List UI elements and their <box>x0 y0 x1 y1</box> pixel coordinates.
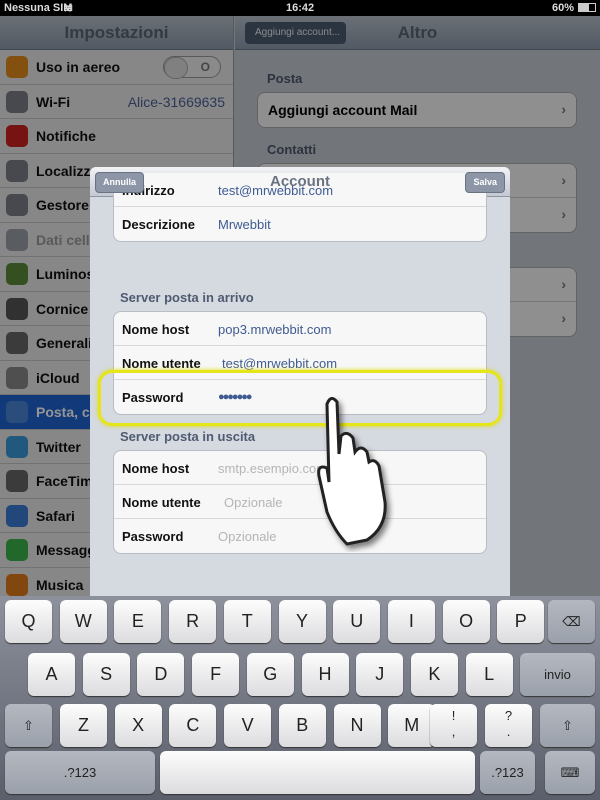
backspace-key[interactable]: ⌫ <box>548 600 595 643</box>
key-s[interactable]: S <box>82 653 130 696</box>
key-x[interactable]: X <box>114 704 162 747</box>
hand-pointer-icon <box>317 397 387 546</box>
key-i[interactable]: I <box>387 600 435 643</box>
carrier: Nessuna SIM <box>4 2 73 14</box>
key-o[interactable]: O <box>442 600 490 643</box>
key-l[interactable]: L <box>465 653 513 696</box>
wifi-signal-icon: ≋ <box>64 3 74 15</box>
field-label: Descrizione <box>122 217 195 232</box>
form-row[interactable]: Descrizione Mrwebbit <box>114 207 486 241</box>
key-j[interactable]: J <box>356 653 404 696</box>
key-h[interactable]: H <box>301 653 349 696</box>
modal-title: Account <box>270 173 330 190</box>
keyboard: Q W E R T Y U I O P ⌫ A S D F G H J K Linvio ⇧ Z X C V B N M! ,? . ⇧… <box>0 596 600 800</box>
key-y[interactable]: Y <box>278 600 326 643</box>
shift-key[interactable]: ⇧ <box>5 704 52 747</box>
keyboard-hide-key[interactable]: ⌨ <box>545 751 595 794</box>
field-input[interactable]: test@mrwebbit.com <box>222 356 337 371</box>
key-m[interactable]: M <box>388 704 436 747</box>
clock: 16:42 <box>286 2 315 14</box>
numbers-key[interactable]: .?123 <box>5 751 155 794</box>
key-r[interactable]: R <box>169 600 217 643</box>
field-label: Nome host <box>122 461 190 476</box>
key-exclamation[interactable]: ! , <box>430 704 477 747</box>
key-k[interactable]: K <box>410 653 458 696</box>
key-q[interactable]: Q <box>5 600 52 643</box>
save-button[interactable]: Salva <box>465 172 505 193</box>
key-z[interactable]: Z <box>60 704 107 747</box>
key-g[interactable]: G <box>246 653 294 696</box>
key-w[interactable]: W <box>59 600 107 643</box>
numbers-key[interactable]: .?123 <box>480 751 535 794</box>
key-n[interactable]: N <box>333 704 381 747</box>
field-label: Nome host <box>122 322 190 337</box>
form-row[interactable]: Password Opzionale <box>114 519 486 553</box>
key-question[interactable]: ? . <box>485 704 532 747</box>
field-label: Nome utente <box>122 495 201 510</box>
battery-icon <box>578 3 596 12</box>
shift-key[interactable]: ⇧ <box>540 704 595 747</box>
field-label: Password <box>122 529 184 544</box>
key-e[interactable]: E <box>114 600 162 643</box>
key-v[interactable]: V <box>224 704 272 747</box>
field-label: Nome utente <box>122 356 201 371</box>
enter-key[interactable]: invio <box>520 653 595 696</box>
field-input[interactable]: pop3.mrwebbit.com <box>218 322 331 337</box>
outgoing-server-label: Server posta in uscita <box>120 429 256 444</box>
field-input[interactable]: Mrwebbit <box>218 217 271 232</box>
field-input[interactable]: Opzionale <box>218 529 277 544</box>
status-bar: Nessuna SIM ≋ 16:42 60% <box>0 0 600 16</box>
key-f[interactable]: F <box>192 653 240 696</box>
password-highlight <box>98 370 502 426</box>
incoming-server-label: Server posta in arrivo <box>120 290 254 305</box>
space-key[interactable] <box>160 751 475 794</box>
key-b[interactable]: B <box>278 704 326 747</box>
form-row[interactable]: Nome utente Opzionale <box>114 485 486 519</box>
field-input[interactable]: Opzionale <box>224 495 283 510</box>
key-a[interactable]: A <box>28 653 75 696</box>
battery-percent: 60% <box>551 2 574 14</box>
form-row[interactable]: Nome host smtp.esempio.com <box>114 451 486 485</box>
key-u[interactable]: U <box>333 600 381 643</box>
cancel-button[interactable]: Annulla <box>95 172 144 193</box>
key-p[interactable]: P <box>497 600 545 643</box>
key-c[interactable]: C <box>169 704 217 747</box>
key-d[interactable]: D <box>137 653 185 696</box>
form-row[interactable]: Nome host pop3.mrwebbit.com <box>114 312 486 346</box>
key-t[interactable]: T <box>223 600 271 643</box>
